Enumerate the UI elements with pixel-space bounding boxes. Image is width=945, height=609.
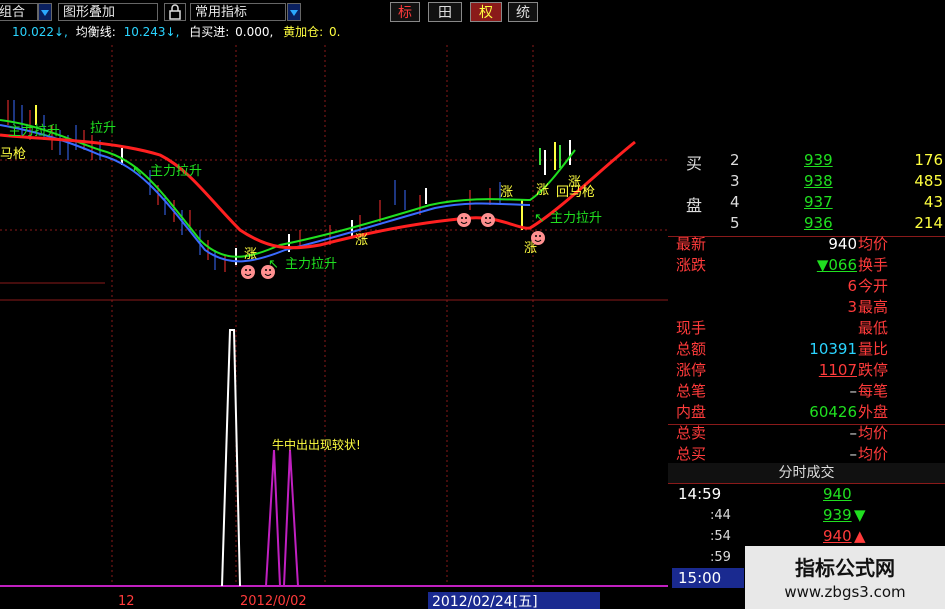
level-volume: 214 [914,214,943,232]
order-level-row[interactable]: 5 936 214 [668,213,945,234]
return-label-left: 马枪 [0,146,26,162]
magenta-spike-1 [265,449,281,587]
lock-icon[interactable] [164,3,186,21]
zhang-label-2: 涨 [355,233,368,248]
arrow-up-icon: ▲ [854,527,866,545]
pointer-mark-4: ↖ [534,211,545,226]
combo-dropdown-icon[interactable] [38,3,52,21]
balance-value: 10.243↓, [123,25,180,39]
tick-row: 14:59 940 [678,485,852,503]
addpos-value: 0. [329,25,341,39]
zhang-label-4: 涨 [536,183,549,198]
indicator-button[interactable]: 常用指标 [190,3,286,21]
combo-button[interactable]: 组合 [0,3,38,21]
pointer-mark-2: ↖ [132,164,143,179]
arrow-down-icon: ▼ [854,506,866,524]
price-value: 10.022↓, [12,25,68,39]
return-gun-label: 回马枪 [556,184,595,200]
level-volume: 176 [914,151,943,169]
quote-row: 6 今开 [847,277,889,295]
toolbar: 组合 图形叠加 常用指标 标 田 权 统 [0,0,538,24]
watermark-logo: 指标公式网 www.zbgs3.com [745,546,945,609]
quote-row: 总笔 – 每笔 [676,382,889,400]
quote-panel: 买 盘 2 939 176 3 938 485 4 937 43 5 936 2… [668,138,945,609]
pull-up-label-4: 主力拉升 [550,211,602,226]
kline-chart[interactable]: 主力拉升 拉升 马枪 主力拉升 ↖ 主力拉升 ↖ 主力拉升 ↖ 涨 涨 涨 涨 … [0,40,668,609]
tab-mark[interactable]: 标 [390,2,420,22]
overlay-button[interactable]: 图形叠加 [58,3,158,21]
pull-up-label-extra: 拉升 [90,121,116,136]
magenta-spike-2 [283,449,299,587]
tick-row-current[interactable]: 15:00 [672,568,744,588]
pull-up-label-3: 主力拉升 [285,257,337,272]
tab-rights[interactable]: 权 [470,2,502,22]
quote-row: 涨停 1107 跌停 [676,361,889,379]
zhang-label-3: 涨 [500,185,513,200]
zhang-label-1: 涨 [244,247,257,262]
white-spike [221,329,241,587]
date-label-mid: 2012/0/02 [240,594,307,609]
pull-up-label-1: 主力拉升 [8,124,60,139]
quote-row: 最新 940 均价 [676,235,889,253]
date-label-current: 2012/02/24[五] [432,594,538,609]
level-volume: 485 [914,172,943,190]
level-price: 939 [804,151,833,169]
indicator-dropdown-icon[interactable] [287,3,301,21]
quote-row: 总额 10391 量比 [676,340,889,358]
pull-up-label-2: 主力拉升 [150,164,202,179]
order-level-row[interactable]: 4 937 43 [668,192,945,213]
addpos-label: 黄加仓: [283,25,324,39]
level-price: 938 [804,172,833,190]
indicator-readout: 10.022↓, 均衡线: 10.243↓, 白买进: 0.000, 黄加仓: … [0,24,340,40]
quote-row: 3 最高 [847,298,889,316]
balance-label: 均衡线: [75,25,116,39]
order-level-row[interactable]: 2 939 176 [668,150,945,171]
tab-grid[interactable]: 田 [428,2,462,22]
quote-row: 总买 – 均价 [676,445,889,463]
buyin-value: 0.000, [235,25,274,39]
level-price: 936 [804,214,833,232]
buyin-label: 白买进: [189,25,230,39]
quote-row: 内盘 60426 外盘 [676,403,889,421]
level-volume: 43 [923,193,943,211]
quote-row: 现手 最低 [676,319,889,337]
level-price: 937 [804,193,833,211]
tick-row: :54 940 ▲ [710,527,866,545]
ma-blue-line [0,124,531,263]
signal-text: 牛中出出现较状! [272,437,361,452]
tick-row: :44 939 ▼ [710,506,866,524]
tick-panel-title[interactable]: 分时成交 [668,463,945,483]
tab-stats[interactable]: 统 [508,2,538,22]
date-label-left: 12 [118,594,135,609]
quote-row: 总卖 – 均价 [676,424,889,442]
order-level-row[interactable]: 3 938 485 [668,171,945,192]
quote-row: 涨跌 ▼066 换手 [676,256,889,274]
